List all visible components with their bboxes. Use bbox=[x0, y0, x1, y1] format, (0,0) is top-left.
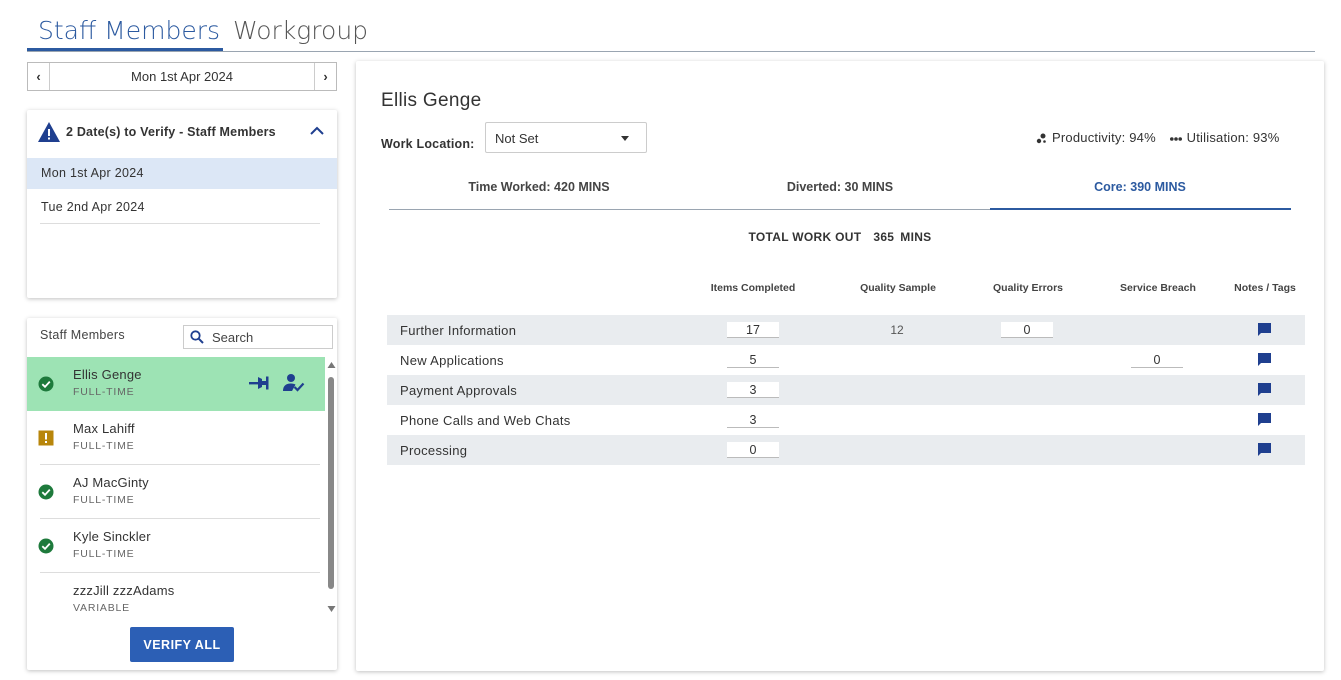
table-row: Phone Calls and Web Chats 3 bbox=[387, 405, 1305, 435]
verify-date-item[interactable]: Tue 2nd Apr 2024 bbox=[27, 192, 337, 223]
note-icon[interactable] bbox=[1257, 322, 1272, 337]
staff-name: Kyle Sinckler bbox=[73, 529, 151, 544]
caret-down-icon bbox=[621, 136, 629, 141]
scrollbar-thumb[interactable] bbox=[328, 377, 334, 589]
work-item-name: Phone Calls and Web Chats bbox=[400, 413, 571, 428]
scroll-down-icon[interactable] bbox=[327, 605, 336, 613]
note-icon[interactable] bbox=[1257, 412, 1272, 427]
column-header-quality-errors: Quality Errors bbox=[992, 282, 1064, 294]
work-item-name: Further Information bbox=[400, 323, 517, 338]
note-icon[interactable] bbox=[1257, 382, 1272, 397]
utilisation-value: Utilisation: 93% bbox=[1186, 130, 1280, 145]
staff-detail-panel: Ellis Genge Work Location: Not Set Produ… bbox=[356, 61, 1324, 671]
staff-name: zzzJill zzzAdams bbox=[73, 583, 175, 598]
staff-name: Ellis Genge bbox=[73, 367, 142, 382]
column-header-items-completed: Items Completed bbox=[710, 282, 796, 294]
prev-date-button[interactable]: ‹ bbox=[28, 63, 50, 90]
staff-name: AJ MacGinty bbox=[73, 475, 149, 490]
staff-name: Max Lahiff bbox=[73, 421, 135, 436]
tab-workgroup[interactable]: Workgroup bbox=[233, 16, 368, 45]
check-circle-icon bbox=[38, 484, 54, 500]
verify-all-button[interactable]: VERIFY ALL bbox=[130, 627, 234, 662]
search-box bbox=[183, 325, 333, 349]
table-row: New Applications 5 0 bbox=[387, 345, 1305, 375]
column-header-service-breach: Service Breach bbox=[1120, 282, 1196, 294]
dates-to-verify-panel: 2 Date(s) to Verify - Staff Members Mon … bbox=[27, 110, 337, 298]
next-date-button[interactable]: › bbox=[314, 63, 336, 90]
staff-row-kyle-sinckler[interactable]: Kyle Sinckler FULL-TIME bbox=[27, 519, 325, 573]
current-date[interactable]: Mon 1st Apr 2024 bbox=[50, 63, 314, 90]
scroll-up-icon[interactable] bbox=[327, 361, 336, 369]
tab-diverted[interactable]: Diverted: 30 MINS bbox=[690, 180, 990, 194]
user-verify-icon[interactable] bbox=[283, 373, 305, 393]
warning-icon bbox=[38, 122, 60, 142]
work-item-name: Processing bbox=[400, 443, 468, 458]
items-completed-input[interactable]: 3 bbox=[727, 412, 779, 428]
tab-core[interactable]: Core: 390 MINS bbox=[990, 180, 1290, 194]
staff-members-panel: Staff Members Ellis Genge FULL-TIME bbox=[27, 318, 337, 670]
total-work-value: 365 bbox=[873, 230, 895, 244]
quality-sample-value: 12 bbox=[890, 323, 904, 337]
staff-type: FULL-TIME bbox=[73, 494, 135, 506]
table-row: Further Information 17 12 0 bbox=[387, 315, 1305, 345]
work-location-label: Work Location: bbox=[381, 137, 475, 151]
active-subtab-indicator bbox=[990, 208, 1291, 210]
total-work-out: TOTAL WORK OUT 365 MINS bbox=[356, 230, 1324, 244]
staff-type: FULL-TIME bbox=[73, 386, 135, 398]
staff-type: FULL-TIME bbox=[73, 548, 135, 560]
check-circle-icon bbox=[38, 538, 54, 554]
verify-panel-header[interactable]: 2 Date(s) to Verify - Staff Members bbox=[27, 110, 337, 156]
work-location-value: Not Set bbox=[495, 131, 539, 146]
quality-errors-input[interactable]: 0 bbox=[1001, 322, 1053, 338]
verify-date-item[interactable]: Mon 1st Apr 2024 bbox=[27, 158, 337, 189]
staff-list: Ellis Genge FULL-TIME Max Lahiff FULL-TI… bbox=[27, 357, 325, 619]
staff-type: FULL-TIME bbox=[73, 440, 135, 452]
items-completed-input[interactable]: 3 bbox=[727, 382, 779, 398]
search-icon bbox=[190, 330, 204, 344]
column-header-notes-tags: Notes / Tags bbox=[1234, 282, 1296, 294]
column-header-quality-sample: Quality Sample bbox=[860, 282, 936, 294]
items-completed-input[interactable]: 17 bbox=[727, 322, 779, 338]
table-row: Payment Approvals 3 bbox=[387, 375, 1305, 405]
top-tabs: Staff Members Workgroup bbox=[27, 12, 1315, 52]
search-input[interactable] bbox=[212, 328, 327, 346]
staff-row-aj-macginty[interactable]: AJ MacGinty FULL-TIME bbox=[27, 465, 325, 519]
work-location-select[interactable]: Not Set bbox=[485, 122, 647, 153]
chevron-up-icon[interactable] bbox=[309, 124, 325, 136]
note-icon[interactable] bbox=[1257, 352, 1272, 367]
verify-panel-title: 2 Date(s) to Verify - Staff Members bbox=[66, 125, 276, 139]
staff-list-scrollbar[interactable] bbox=[326, 361, 337, 613]
note-icon[interactable] bbox=[1257, 442, 1272, 457]
time-tabs: Time Worked: 420 MINS Diverted: 30 MINS … bbox=[389, 171, 1291, 210]
active-tab-indicator bbox=[27, 48, 223, 51]
staff-type: VARIABLE bbox=[73, 602, 130, 614]
staff-detail-name: Ellis Genge bbox=[381, 90, 482, 111]
service-breach-input[interactable]: 0 bbox=[1131, 352, 1183, 368]
staff-members-label: Staff Members bbox=[40, 328, 125, 342]
table-row: Processing 0 bbox=[387, 435, 1305, 465]
tab-staff-members[interactable]: Staff Members bbox=[38, 16, 220, 45]
divider bbox=[40, 223, 320, 224]
staff-row-ellis-genge[interactable]: Ellis Genge FULL-TIME bbox=[27, 357, 325, 411]
utilisation-icon bbox=[1169, 136, 1182, 141]
staff-row-max-lahiff[interactable]: Max Lahiff FULL-TIME bbox=[27, 411, 325, 465]
work-item-name: Payment Approvals bbox=[400, 383, 518, 398]
items-completed-input[interactable]: 0 bbox=[727, 442, 779, 458]
items-completed-input[interactable]: 5 bbox=[727, 352, 779, 368]
total-work-unit: MINS bbox=[900, 230, 932, 244]
date-navigator: ‹ Mon 1st Apr 2024 › bbox=[27, 62, 337, 91]
exclamation-icon bbox=[38, 430, 54, 446]
total-work-label: TOTAL WORK OUT bbox=[748, 230, 862, 244]
metrics: Productivity: 94% Utilisation: 93% bbox=[1036, 130, 1279, 145]
productivity-value: Productivity: 94% bbox=[1052, 130, 1156, 145]
productivity-icon bbox=[1036, 133, 1046, 144]
check-circle-icon bbox=[38, 376, 54, 392]
work-item-name: New Applications bbox=[400, 353, 504, 368]
staff-row-zzzjill-zzzadams[interactable]: zzzJill zzzAdams VARIABLE bbox=[27, 573, 325, 619]
pin-icon[interactable] bbox=[249, 375, 269, 391]
tab-time-worked[interactable]: Time Worked: 420 MINS bbox=[389, 180, 689, 194]
